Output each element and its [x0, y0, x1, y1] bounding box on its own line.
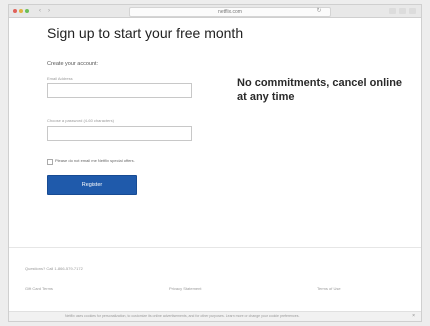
cookie-banner: Netflix uses cookies for personalization…	[9, 311, 421, 321]
page-title: Sign up to start your free month	[47, 25, 244, 41]
promo-headline: No commitments, cancel online at any tim…	[237, 77, 403, 103]
email-label: Email Address	[47, 76, 73, 81]
email-field[interactable]	[47, 83, 192, 98]
footer-link-privacy[interactable]: Privacy Statement	[169, 286, 201, 291]
footer-divider	[9, 247, 421, 248]
tabs-icon[interactable]	[399, 8, 406, 14]
close-window-icon[interactable]	[13, 9, 17, 13]
password-label: Choose a password (4-60 characters)	[47, 118, 114, 123]
reload-icon[interactable]: ↻	[315, 7, 323, 15]
back-icon[interactable]: ‹	[36, 8, 44, 14]
close-icon[interactable]: ×	[412, 313, 415, 319]
footer-link-gift-card-terms[interactable]: Gift Card Terms	[25, 286, 53, 291]
create-account-label: Create your account:	[47, 61, 99, 67]
register-button[interactable]: Register	[47, 175, 137, 195]
cookie-text: Netflix uses cookies for personalization…	[65, 314, 300, 318]
offers-opt-out-label: Please do not email me Netflix special o…	[55, 158, 135, 163]
new-tab-icon[interactable]	[409, 8, 416, 14]
minimize-window-icon[interactable]	[19, 9, 23, 13]
browser-window: ‹ › netflix.com ↻ Sign up to start your …	[8, 4, 422, 322]
share-icon[interactable]	[389, 8, 396, 14]
offers-opt-out-checkbox[interactable]	[47, 159, 53, 165]
password-field[interactable]	[47, 126, 192, 141]
footer-link-terms[interactable]: Terms of Use	[317, 286, 341, 291]
address-bar[interactable]: netflix.com	[129, 7, 331, 17]
forward-icon[interactable]: ›	[45, 8, 53, 14]
maximize-window-icon[interactable]	[25, 9, 29, 13]
signup-page: Sign up to start your free month Create …	[9, 18, 421, 321]
footer-phone: Questions? Call 1-866-579-7172	[25, 266, 83, 271]
browser-toolbar: ‹ › netflix.com ↻	[9, 5, 421, 18]
